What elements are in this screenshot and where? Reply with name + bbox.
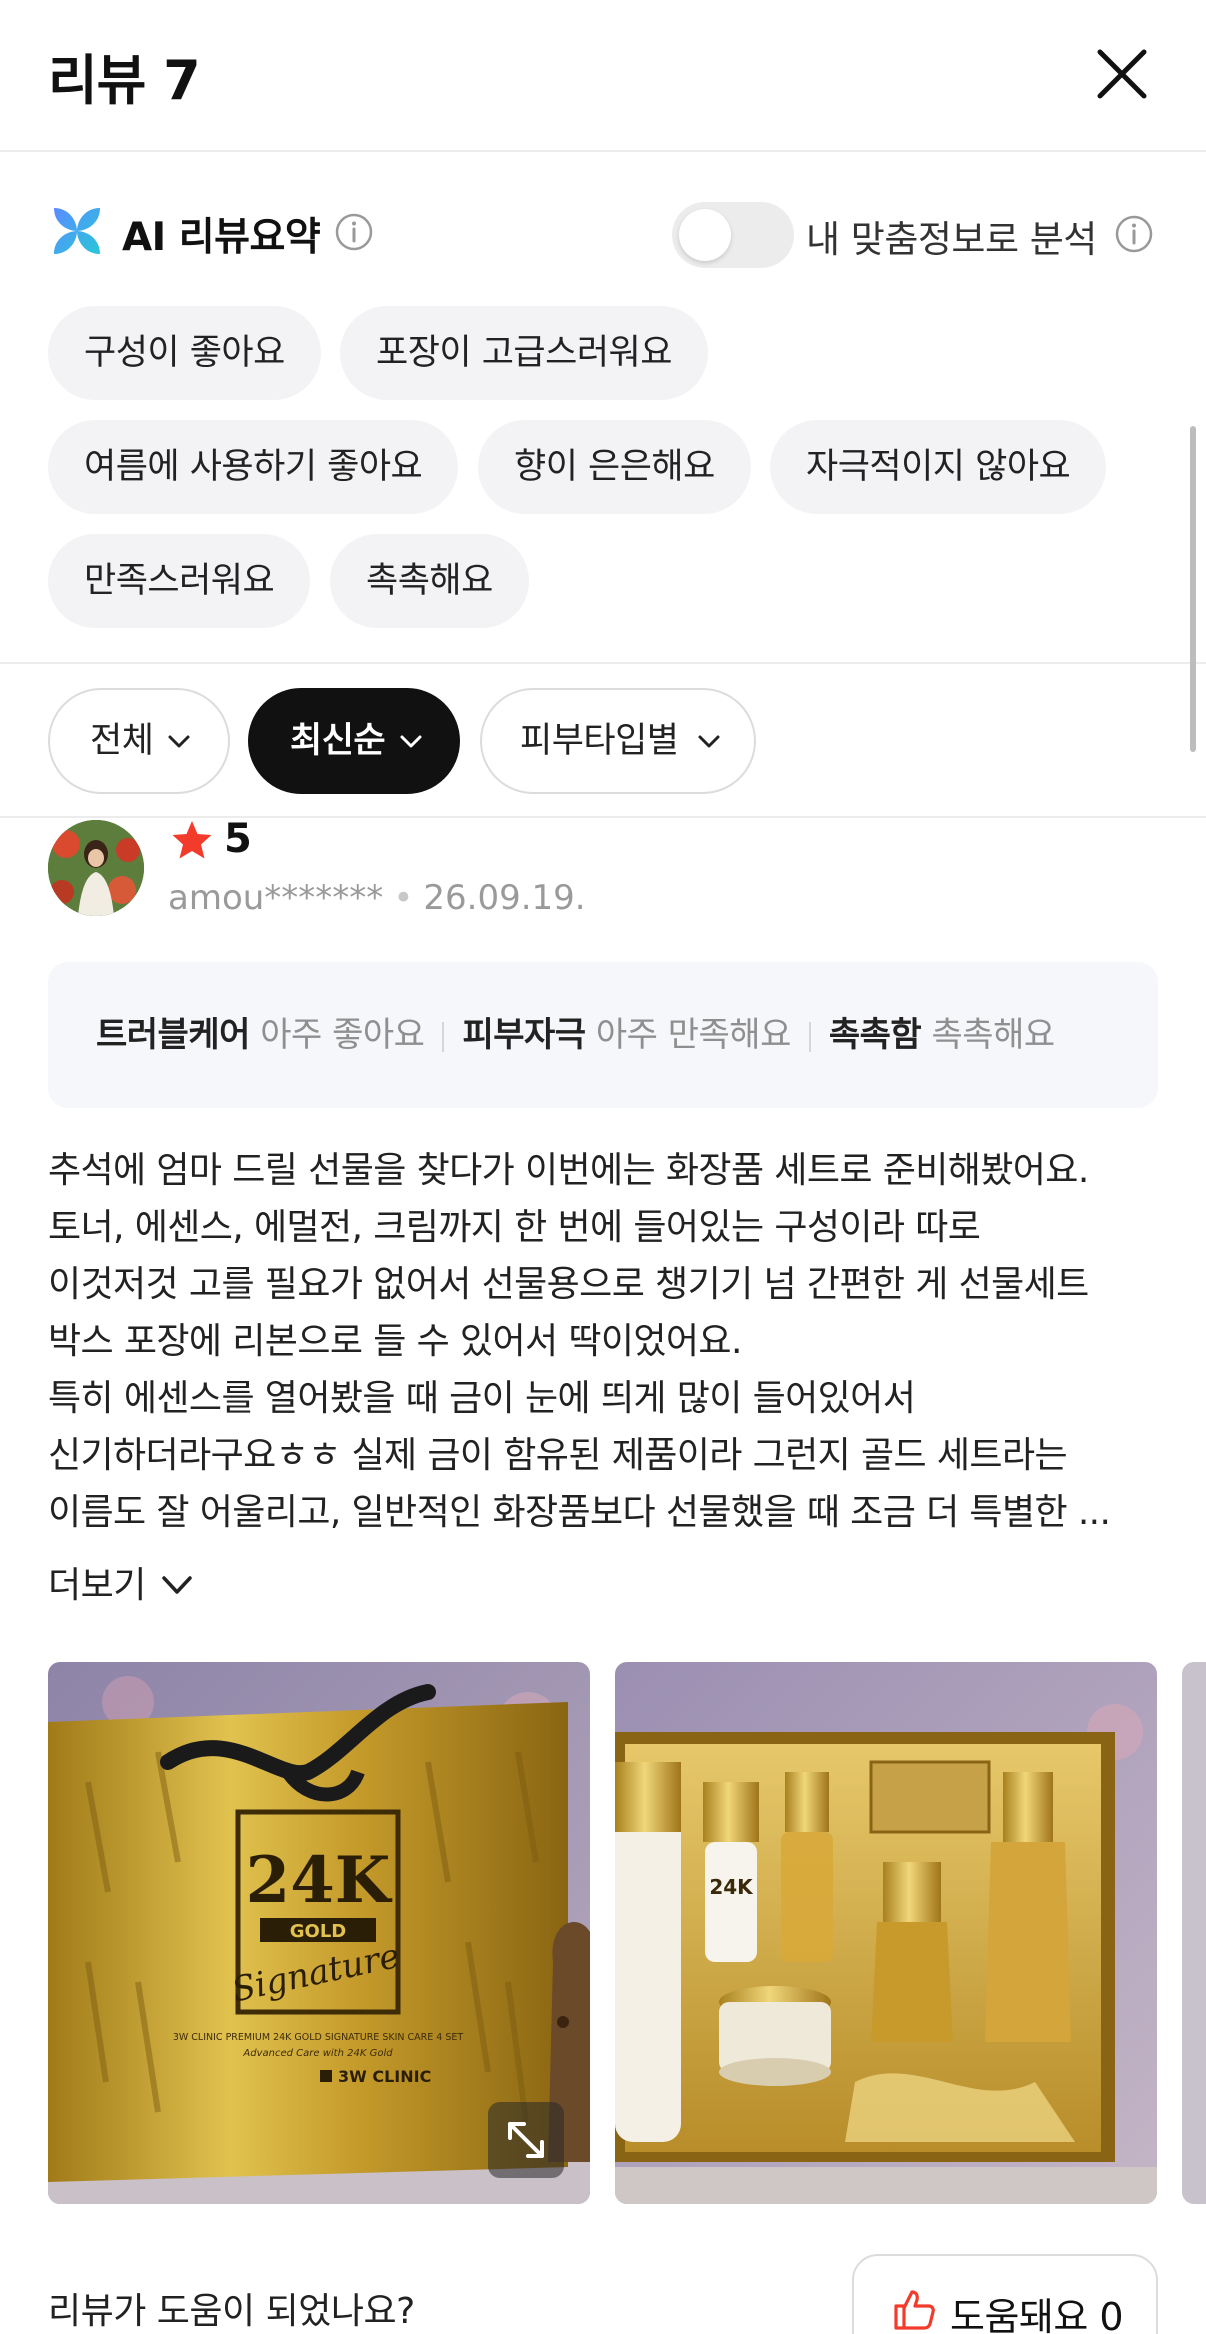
rating-value: 5 <box>224 816 252 862</box>
summary-tag-chip[interactable]: 포장이 고급스러워요 <box>340 306 708 400</box>
filter-label: 전체 <box>90 721 154 761</box>
attribute-value: 촉촉해요 <box>931 1015 1056 1055</box>
expand-photo-button[interactable] <box>488 2102 564 2178</box>
review-text-line: 토너, 에센스, 에멀전, 크림까지 한 번에 들어있는 구성이라 따로 <box>48 1207 981 1248</box>
summary-tag-chip[interactable]: 자극적이지 않아요 <box>770 420 1107 514</box>
summary-tag-chip[interactable]: 만족스러워요 <box>48 534 311 628</box>
helpful-button[interactable]: 도움돼요 0 <box>852 2254 1158 2334</box>
ai-summary-section: AI 리뷰요약 내 맞춤정보로 분석 구성이 좋아요 포장이 고급스러워요 여름… <box>0 152 1206 664</box>
helpful-count-label: 도움돼요 0 <box>950 2295 1124 2334</box>
ai-logo-icon <box>54 208 100 254</box>
summary-tag-chip[interactable]: 향이 은은해요 <box>478 420 751 514</box>
chevron-down-icon[interactable] <box>160 1570 194 1600</box>
review-text-line: 신기하더라구요ㅎㅎ 실제 금이 함유된 제품이라 그런지 골드 세트라는 <box>48 1435 1068 1476</box>
review-text-line: 이것저것 고를 필요가 없어서 선물용으로 챙기기 넘 간편한 게 선물세트 <box>48 1264 1089 1305</box>
review-meta: amou******* • 26.09.19. <box>168 878 586 918</box>
box-logo-text: 24K <box>246 1843 393 1918</box>
username: amou******* <box>168 878 384 918</box>
toggle-label: 내 맞춤정보로 분석 <box>806 218 1097 261</box>
more-button[interactable]: 더보기 <box>48 1556 146 1608</box>
bottle-label-text: 24K <box>709 1875 754 1899</box>
filter-label: 피부타입별 <box>520 721 679 761</box>
product-set-image: 24K <box>615 1662 1157 2204</box>
attribute-divider <box>442 1021 445 1052</box>
filter-latest-button[interactable]: 최신순 <box>248 688 460 794</box>
expand-icon <box>508 2122 544 2158</box>
separator-dot: • <box>393 878 414 918</box>
summary-tag-chip[interactable]: 구성이 좋아요 <box>48 306 321 400</box>
box-brand-text: 3W CLINIC <box>338 2067 431 2086</box>
review-header: 리뷰 7 <box>0 0 1206 152</box>
review-text-line: 박스 포장에 리본으로 들 수 있어서 딱이었어요. <box>48 1321 742 1362</box>
chevron-down-icon <box>168 735 190 748</box>
attribute-value: 아주 만족해요 <box>595 1015 792 1055</box>
close-icon[interactable] <box>1090 42 1154 106</box>
toggle-knob <box>679 209 731 261</box>
review-body: 추석에 엄마 드릴 선물을 찾다가 이번에는 화장품 세트로 준비해봤어요. 토… <box>48 1142 1168 1541</box>
filter-skin-type-button[interactable]: 피부타입별 <box>480 688 756 794</box>
attribute-divider <box>808 1021 811 1052</box>
page-title: 리뷰 7 <box>48 49 201 112</box>
review-photo-product-set[interactable]: 24K <box>615 1662 1157 2204</box>
scrollbar[interactable] <box>1190 426 1196 752</box>
attribute-key: 트러블케어 <box>96 1015 250 1055</box>
ai-summary-title: AI 리뷰요약 <box>122 215 321 260</box>
attribute-value: 아주 좋아요 <box>260 1015 425 1055</box>
helpful-question: 리뷰가 도움이 되었나요? <box>48 2291 415 2332</box>
attribute-key: 피부자극 <box>462 1015 586 1055</box>
filter-bar: 전체 최신순 피부타입별 <box>0 664 1206 818</box>
personalized-analysis-toggle[interactable] <box>672 202 794 268</box>
review-attributes: 트러블케어 아주 좋아요 피부자극 아주 만족해요 촉촉함 촉촉해요 <box>48 962 1158 1108</box>
review-text-line: 이름도 잘 어울리고, 일반적인 화장품보다 선물했을 때 조금 더 특별한 .… <box>48 1492 1111 1533</box>
chevron-down-icon <box>400 735 422 748</box>
avatar-image <box>48 820 144 916</box>
review-photo-next-peek[interactable] <box>1182 1662 1206 2204</box>
info-icon[interactable] <box>334 212 374 252</box>
box-gold-text: GOLD <box>290 1921 347 1942</box>
review-date: 26.09.19. <box>423 878 586 918</box>
thumbs-up-icon <box>894 2290 935 2330</box>
attribute-key: 촉촉함 <box>828 1015 922 1055</box>
review-text-line: 특히 에센스를 열어봤을 때 금이 눈에 띄게 많이 들어있어서 <box>48 1378 916 1419</box>
filter-label: 최신순 <box>290 721 386 761</box>
summary-tag-chip[interactable]: 촉촉해요 <box>330 534 529 628</box>
avatar[interactable] <box>48 820 144 916</box>
review-text-line: 추석에 엄마 드릴 선물을 찾다가 이번에는 화장품 세트로 준비해봤어요. <box>48 1150 1089 1191</box>
info-icon[interactable] <box>1114 214 1154 254</box>
filter-all-button[interactable]: 전체 <box>48 688 230 794</box>
star-icon <box>172 821 212 859</box>
chevron-down-icon <box>698 735 720 748</box>
box-line-text: 3W CLINIC PREMIUM 24K GOLD SIGNATURE SKI… <box>173 2032 464 2043</box>
box-sub-text: Advanced Care with 24K Gold <box>242 2048 393 2059</box>
summary-tag-chip[interactable]: 여름에 사용하기 좋아요 <box>48 420 459 514</box>
